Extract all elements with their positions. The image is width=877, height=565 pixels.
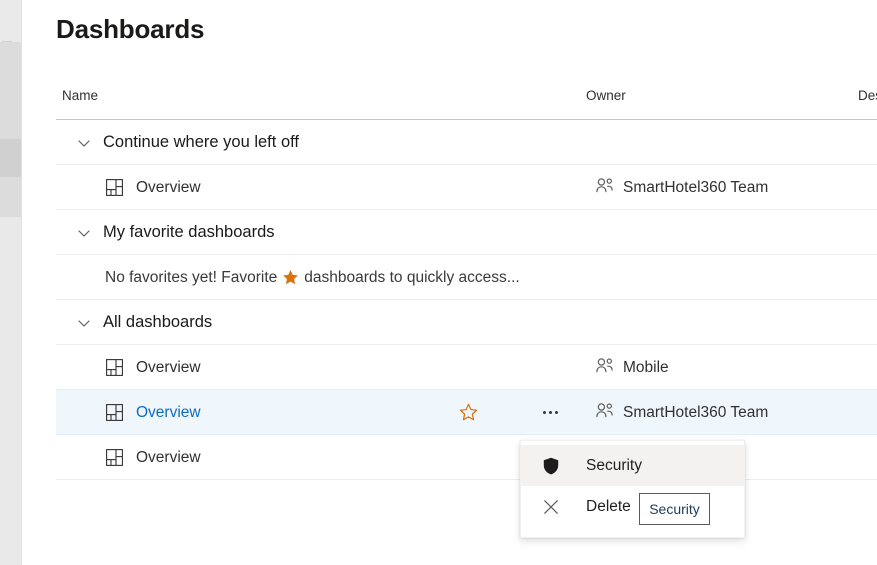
- column-header-owner[interactable]: Owner: [586, 88, 626, 103]
- owner-name-label: SmartHotel360 Team: [623, 403, 769, 421]
- dashboard-name-label[interactable]: Overview: [136, 435, 201, 480]
- people-icon: [596, 357, 613, 378]
- security-tooltip: Security: [639, 493, 710, 525]
- empty-favorites-row: No favorites yet! Favorite dashboards to …: [56, 255, 877, 300]
- empty-text-after: dashboards to quickly access...: [304, 268, 520, 286]
- dashboards-content: Dashboards Name Owner Des Continue where…: [56, 0, 877, 565]
- shield-icon: [541, 457, 561, 475]
- sidebar-band-4: [0, 177, 21, 217]
- dashboard-grid-icon: [106, 390, 123, 435]
- group-header-row[interactable]: Continue where you left off: [56, 120, 877, 165]
- group-header-label: Continue where you left off: [103, 133, 299, 151]
- owner-name-label: Mobile: [623, 358, 669, 376]
- menu-item-security[interactable]: Security: [521, 445, 744, 486]
- star-outline-icon[interactable]: [448, 390, 488, 435]
- table-row[interactable]: Overview Mobile: [56, 345, 877, 390]
- table-row[interactable]: Overview: [56, 435, 877, 480]
- menu-item-label: Delete: [586, 497, 631, 515]
- column-header-description[interactable]: Des: [858, 88, 877, 103]
- group-header-row[interactable]: All dashboards: [56, 300, 877, 345]
- dashboard-grid-icon: [106, 165, 123, 210]
- more-ellipsis-icon[interactable]: [530, 390, 570, 435]
- table-row[interactable]: Overview SmartHotel360 Team: [56, 165, 877, 210]
- chevron-down-icon[interactable]: [77, 300, 91, 345]
- dashboard-grid-icon: [106, 435, 123, 480]
- dashboards-page: Dashboards Name Owner Des Continue where…: [0, 0, 877, 565]
- dashboards-list: Continue where you left off Overview Smart…: [56, 120, 877, 480]
- dashboard-name-label[interactable]: Overview: [136, 165, 201, 210]
- people-icon: [596, 177, 613, 198]
- owner-cell: Mobile: [596, 345, 669, 390]
- group-header-label: All dashboards: [103, 313, 213, 331]
- people-icon: [596, 402, 613, 423]
- sidebar-band-active[interactable]: [0, 139, 21, 177]
- context-menu[interactable]: Security Delete: [520, 440, 745, 538]
- owner-cell: SmartHotel360 Team: [596, 165, 768, 210]
- sidebar-band-2: [0, 42, 21, 139]
- menu-item-delete[interactable]: Delete: [521, 486, 744, 527]
- sidebar-band-top: [0, 0, 21, 42]
- owner-name-label: SmartHotel360 Team: [623, 178, 769, 196]
- menu-item-label: Security: [586, 456, 642, 474]
- dashboard-grid-icon: [106, 345, 123, 390]
- star-filled-icon: [282, 269, 299, 286]
- owner-cell: SmartHotel360 Team: [596, 390, 768, 435]
- dashboard-name-label[interactable]: Overview: [136, 390, 201, 435]
- group-header-label: My favorite dashboards: [103, 223, 275, 241]
- chevron-down-icon[interactable]: [77, 210, 91, 255]
- content-gutter: [22, 0, 56, 565]
- dashboard-name-label[interactable]: Overview: [136, 345, 201, 390]
- close-x-icon: [541, 499, 561, 515]
- empty-favorites-message: No favorites yet! Favorite dashboards to …: [105, 255, 520, 300]
- table-row[interactable]: Overview SmartHotel360 Team: [56, 390, 877, 435]
- empty-text-before: No favorites yet! Favorite: [105, 268, 278, 286]
- sidebar-band-5: [0, 217, 21, 565]
- group-header-row[interactable]: My favorite dashboards: [56, 210, 877, 255]
- collapsed-sidebar-strip[interactable]: [0, 0, 21, 565]
- chevron-down-icon[interactable]: [77, 120, 91, 165]
- column-header-name[interactable]: Name: [62, 88, 98, 103]
- page-title: Dashboards: [56, 14, 205, 44]
